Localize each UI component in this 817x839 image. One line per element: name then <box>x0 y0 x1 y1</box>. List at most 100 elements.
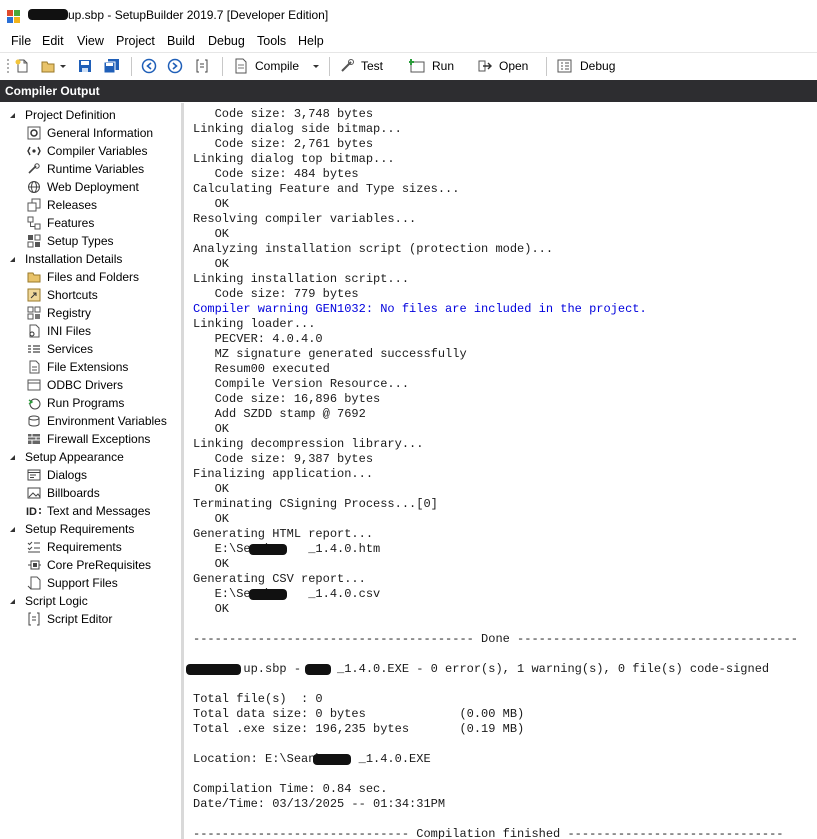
redaction-mark <box>249 589 287 600</box>
firewall-icon <box>26 431 42 447</box>
tree-item-run-programs[interactable]: Run Programs <box>26 394 124 412</box>
output-line: Linking loader... <box>193 317 316 331</box>
globe-icon <box>26 179 42 195</box>
tree-label: Support Files <box>47 576 118 590</box>
tree-item-text-and-messages[interactable]: ID Text and Messages <box>26 502 150 520</box>
tree-item-core-prerequisites[interactable]: Core PreRequisites <box>26 556 151 574</box>
tree-label: File Extensions <box>47 360 129 374</box>
menu-edit[interactable]: Edit <box>42 34 64 48</box>
test-button[interactable]: Test <box>339 57 383 75</box>
script-brackets-button[interactable] <box>194 57 210 75</box>
tree-label: Runtime Variables <box>47 162 145 176</box>
run-button[interactable]: Run <box>408 57 454 75</box>
toolbar-separator <box>131 57 132 76</box>
prereq-icon <box>26 557 42 573</box>
tree-label: Core PreRequisites <box>47 558 152 572</box>
expand-triangle-icon[interactable] <box>6 109 18 121</box>
tree-item-setup-types[interactable]: Setup Types <box>26 232 114 250</box>
compile-button[interactable]: Compile <box>233 57 299 75</box>
forward-button[interactable] <box>167 57 183 75</box>
debug-button[interactable]: Debug <box>556 57 615 75</box>
open-button[interactable]: Open <box>477 57 528 75</box>
output-line: Generating CSV report... <box>193 572 366 586</box>
tree-label: Environment Variables <box>47 414 167 428</box>
output-line: Linking dialog top bitmap... <box>193 152 395 166</box>
tree-item-runtime-variables[interactable]: Runtime Variables <box>26 160 144 178</box>
tree-item-features[interactable]: Features <box>26 214 94 232</box>
tree-item-support-files[interactable]: Support Files <box>26 574 118 592</box>
output-line: Add SZDD stamp @ 7692 <box>193 407 366 421</box>
tree-label: INI Files <box>47 324 92 338</box>
tree-group-setup-requirements[interactable]: Setup Requirements <box>6 520 134 538</box>
tree-item-releases[interactable]: Releases <box>26 196 97 214</box>
tree-item-registry[interactable]: Registry <box>26 304 91 322</box>
tree-item-firewall-exceptions[interactable]: Firewall Exceptions <box>26 430 150 448</box>
menu-tools[interactable]: Tools <box>257 34 286 48</box>
project-tree[interactable]: Project Definition General Information C… <box>0 103 182 839</box>
tree-label: Project Definition <box>25 108 116 122</box>
test-icon <box>341 59 354 72</box>
menu-debug[interactable]: Debug <box>208 34 245 48</box>
grip-handle[interactable] <box>6 57 10 75</box>
tree-label: Text and Messages <box>47 504 151 518</box>
tree-item-requirements[interactable]: Requirements <box>26 538 122 556</box>
save-all-button[interactable] <box>103 57 121 75</box>
save-button[interactable] <box>77 57 93 75</box>
tree-label: Script Logic <box>25 594 88 608</box>
tree-item-shortcuts[interactable]: Shortcuts <box>26 286 98 304</box>
compile-dropdown-arrow[interactable] <box>312 57 320 75</box>
output-line: OK <box>193 482 230 496</box>
tree-group-project-definition[interactable]: Project Definition <box>6 106 116 124</box>
tree-item-compiler-variables[interactable]: Compiler Variables <box>26 142 147 160</box>
tree-item-dialogs[interactable]: Dialogs <box>26 466 87 484</box>
tree-item-web-deployment[interactable]: Web Deployment <box>26 178 139 196</box>
script-icon <box>26 611 42 627</box>
compiler-output-text[interactable]: Code size: 3,748 bytes Linking dialog si… <box>184 103 817 839</box>
menu-build[interactable]: Build <box>167 34 195 48</box>
expand-triangle-icon[interactable] <box>6 523 18 535</box>
tree-group-setup-appearance[interactable]: Setup Appearance <box>6 448 124 466</box>
expand-triangle-icon[interactable] <box>6 595 18 607</box>
expand-triangle-icon[interactable] <box>6 253 18 265</box>
output-line: Compile Version Resource... <box>193 377 410 391</box>
output-line: OK <box>193 512 230 526</box>
menu-project[interactable]: Project <box>116 34 155 48</box>
open-project-button[interactable] <box>40 57 56 75</box>
output-line: Total file(s) : 0 <box>193 692 323 706</box>
tree-item-files-and-folders[interactable]: Files and Folders <box>26 268 139 286</box>
tree-item-odbc-drivers[interactable]: ODBC Drivers <box>26 376 123 394</box>
menu-help[interactable]: Help <box>298 34 324 48</box>
output-line: Resum00 executed <box>193 362 330 376</box>
output-done-separator: --------------------------------------- … <box>193 632 798 646</box>
tree-item-billboards[interactable]: Billboards <box>26 484 100 502</box>
tree-item-ini-files[interactable]: INI Files <box>26 322 91 340</box>
toolbar-separator <box>329 57 330 76</box>
expand-triangle-icon[interactable] <box>6 451 18 463</box>
tree-item-general-information[interactable]: General Information <box>26 124 153 142</box>
tree-item-script-editor[interactable]: Script Editor <box>26 610 112 628</box>
output-line: Total data size: 0 bytes (0.00 MB) <box>193 707 525 721</box>
debug-label: Debug <box>580 59 616 73</box>
menu-view[interactable]: View <box>77 34 104 48</box>
redaction-mark <box>186 664 241 675</box>
tree-item-file-extensions[interactable]: File Extensions <box>26 358 128 376</box>
gear-icon <box>26 125 42 141</box>
tree-label: Web Deployment <box>47 180 139 194</box>
output-line: Date/Time: 03/13/2025 -- 01:34:31PM <box>193 797 446 811</box>
tree-label: Shortcuts <box>47 288 98 302</box>
tree-label: ODBC Drivers <box>47 378 124 392</box>
redaction-mark <box>305 664 331 675</box>
file-ext-icon <box>26 359 42 375</box>
menu-file[interactable]: File <box>11 34 31 48</box>
tree-item-services[interactable]: Services <box>26 340 93 358</box>
tree-group-script-logic[interactable]: Script Logic <box>6 592 88 610</box>
tree-item-environment-variables[interactable]: Environment Variables <box>26 412 167 430</box>
back-button[interactable] <box>141 57 157 75</box>
output-line: Resolving compiler variables... <box>193 212 417 226</box>
new-project-button[interactable] <box>14 57 30 75</box>
output-line: Code size: 3,748 bytes <box>193 107 374 121</box>
registry-icon <box>26 305 42 321</box>
tree-group-installation-details[interactable]: Installation Details <box>6 250 122 268</box>
open-dropdown-arrow[interactable] <box>59 57 67 75</box>
app-logo-icon <box>6 8 22 24</box>
